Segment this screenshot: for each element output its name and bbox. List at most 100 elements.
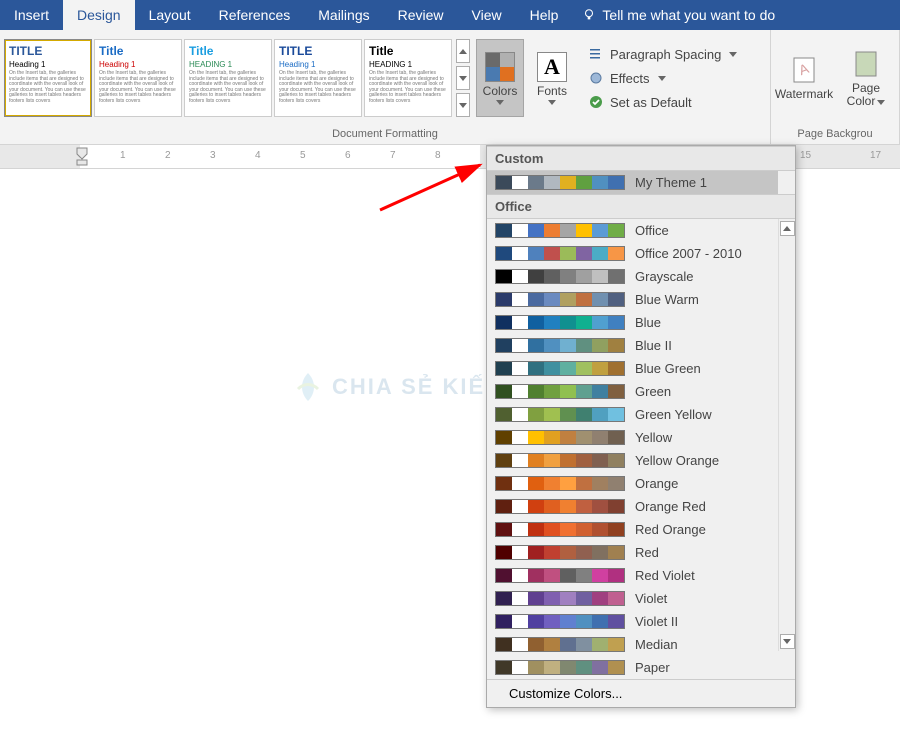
color-scheme-name: Median [635,637,678,652]
color-scheme-name: Blue II [635,338,672,353]
page-color-icon [850,48,882,80]
customize-colors-button[interactable]: Customize Colors... [487,679,795,707]
theme-item[interactable]: TitleHEADING 1On the Insert tab, the gal… [184,39,272,117]
color-scheme-name: Red [635,545,659,560]
color-scheme-name: Orange [635,476,678,491]
color-swatch-row [495,407,625,422]
color-scheme-item[interactable]: Blue [487,311,778,334]
color-scheme-item[interactable]: Blue Warm [487,288,778,311]
group-label-formatting: Document Formatting [0,126,770,144]
tell-me-search[interactable]: Tell me what you want to do [572,0,785,30]
color-scheme-name: Blue Green [635,361,701,376]
theme-item[interactable]: TitleHEADING 1On the Insert tab, the gal… [364,39,452,117]
color-scheme-item[interactable]: Violet II [487,610,778,633]
section-header-office: Office [487,194,795,219]
color-swatch-row [495,246,625,261]
color-scheme-item[interactable]: Red Violet [487,564,778,587]
effects-button[interactable]: Effects [588,67,737,89]
tab-references[interactable]: References [205,0,305,30]
color-swatch-row [495,361,625,376]
watermark-label: Watermark [775,88,833,101]
dropdown-scrollbar[interactable] [778,219,795,651]
color-swatch-row [495,476,625,491]
color-scheme-name: Blue Warm [635,292,699,307]
color-swatch-row [495,637,625,652]
ruler-number: 2 [165,150,171,161]
color-scheme-item[interactable]: Orange Red [487,495,778,518]
set-default-label: Set as Default [610,95,692,110]
tab-help[interactable]: Help [516,0,573,30]
tab-view[interactable]: View [458,0,516,30]
color-scheme-item[interactable]: Office 2007 - 2010 [487,242,778,265]
color-scheme-item[interactable]: Median [487,633,778,656]
color-swatch-row [495,175,625,190]
gallery-more-button[interactable] [456,93,470,117]
ruler-number: 8 [435,150,441,161]
color-swatch-row [495,292,625,307]
color-scheme-name: My Theme 1 [635,175,707,190]
colors-label: Colors [483,84,518,98]
color-scheme-item[interactable]: Green Yellow [487,403,778,426]
color-scheme-item[interactable]: Office [487,219,778,242]
color-scheme-item[interactable]: Red [487,541,778,564]
theme-gallery[interactable]: TITLEHeading 1On the Insert tab, the gal… [4,39,452,117]
page-color-button[interactable]: Page Color [837,48,895,108]
dropdown-icon [548,100,556,105]
fonts-button[interactable]: A Fonts [528,39,576,117]
gallery-down-button[interactable] [456,66,470,90]
color-swatch-row [495,338,625,353]
color-swatch-row [495,315,625,330]
effects-label: Effects [610,71,650,86]
ruler-number: 4 [255,150,261,161]
tab-review[interactable]: Review [384,0,458,30]
theme-item[interactable]: TITLEHeading 1On the Insert tab, the gal… [4,39,92,117]
color-scheme-name: Yellow Orange [635,453,719,468]
color-swatch-row [495,568,625,583]
color-scheme-item[interactable]: Blue II [487,334,778,357]
color-scheme-item[interactable]: Red Orange [487,518,778,541]
paragraph-spacing-button[interactable]: Paragraph Spacing [588,43,737,65]
tab-design[interactable]: Design [63,0,135,30]
customize-colors-label: Customize Colors... [509,686,622,701]
color-swatch-row [495,269,625,284]
ruler-number: 3 [210,150,216,161]
checkmark-icon [588,94,604,110]
indent-marker[interactable] [76,147,88,169]
color-scheme-name: Green Yellow [635,407,712,422]
theme-item[interactable]: TITLEHeading 1On the Insert tab, the gal… [274,39,362,117]
color-scheme-item[interactable]: My Theme 1 [487,171,778,194]
color-scheme-item[interactable]: Paper [487,656,778,679]
tell-me-label: Tell me what you want to do [602,7,775,23]
tab-insert[interactable]: Insert [0,0,63,30]
gallery-up-button[interactable] [456,39,470,63]
tab-layout[interactable]: Layout [135,0,205,30]
color-scheme-item[interactable]: Orange [487,472,778,495]
color-swatch-row [495,499,625,514]
color-swatch-row [495,430,625,445]
color-swatch-row [495,522,625,537]
theme-item[interactable]: TitleHeading 1On the Insert tab, the gal… [94,39,182,117]
color-scheme-name: Red Orange [635,522,706,537]
paragraph-spacing-label: Paragraph Spacing [610,47,721,62]
color-scheme-item[interactable]: Green [487,380,778,403]
color-swatch-row [495,591,625,606]
ruler-number: 6 [345,150,351,161]
color-scheme-item[interactable]: Violet [487,587,778,610]
lightbulb-icon [582,8,596,22]
dropdown-icon [496,100,504,105]
scroll-up-button[interactable] [780,221,795,236]
set-default-button[interactable]: Set as Default [588,91,737,113]
page-color-label: Page Color [837,82,895,108]
scroll-down-button[interactable] [780,634,795,649]
colors-button[interactable]: Colors [476,39,524,117]
color-swatch-row [495,660,625,675]
watermark-button[interactable]: A Watermark [775,54,833,101]
color-scheme-item[interactable]: Yellow Orange [487,449,778,472]
color-scheme-item[interactable]: Yellow [487,426,778,449]
color-scheme-item[interactable]: Blue Green [487,357,778,380]
tab-mailings[interactable]: Mailings [304,0,383,30]
color-scheme-item[interactable]: Grayscale [487,265,778,288]
color-scheme-name: Green [635,384,671,399]
ruler-number: 5 [300,150,306,161]
color-scheme-name: Office [635,223,669,238]
